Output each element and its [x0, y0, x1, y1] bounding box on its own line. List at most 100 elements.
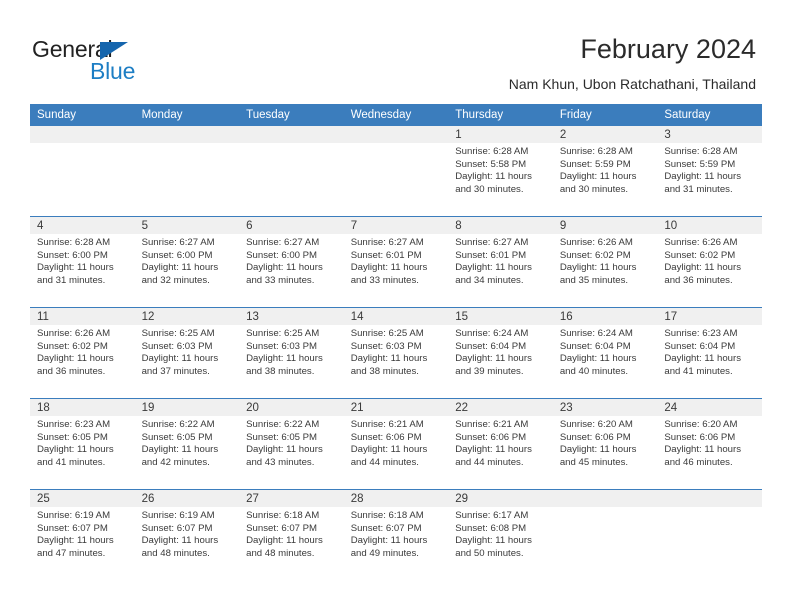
day-cell[interactable]: 25 Sunrise: 6:19 AM Sunset: 6:07 PM Dayligh…	[30, 489, 135, 580]
day-daylight2-text: and 31 minutes.	[664, 183, 733, 195]
day-daylight2-text: and 42 minutes.	[141, 456, 210, 468]
day-daylight2-text: and 33 minutes.	[350, 274, 419, 286]
day-sunrise-text: Sunrise: 6:27 AM	[246, 237, 320, 248]
day-detail: Sunrise: 6:28 AM Sunset: 5:59 PM Daylight:…	[553, 143, 658, 196]
day-sunset-text: Sunset: 6:02 PM	[37, 340, 108, 352]
day-cell-inner: 21 Sunrise: 6:21 AM Sunset: 6:06 PM Dayligh…	[343, 399, 449, 489]
day-cell[interactable]: 28 Sunrise: 6:18 AM Sunset: 6:07 PM Dayligh…	[343, 489, 449, 580]
day-cell-empty	[30, 126, 135, 217]
day-daylight1-text: Daylight: 11 hours	[37, 444, 114, 456]
day-daylight1-text: Daylight: 11 hours	[350, 353, 428, 365]
day-daylight1-text: Daylight: 11 hours	[246, 353, 323, 365]
day-cell[interactable]: 8 Sunrise: 6:27 AM Sunset: 6:01 PM Daylight…	[448, 216, 553, 308]
day-sunset-text: Sunset: 6:01 PM	[455, 249, 527, 261]
day-number	[30, 126, 135, 143]
day-sunset-text: Sunset: 6:07 PM	[246, 522, 318, 534]
day-daylight2-text: and 32 minutes.	[141, 274, 210, 286]
day-detail: Sunrise: 6:17 AM Sunset: 6:08 PM Daylight:…	[448, 507, 553, 560]
day-cell[interactable]: 4 Sunrise: 6:28 AM Sunset: 6:00 PM Daylight…	[30, 216, 135, 308]
day-cell[interactable]: 14 Sunrise: 6:25 AM Sunset: 6:03 PM Dayligh…	[343, 307, 449, 399]
day-cell[interactable]: 27 Sunrise: 6:18 AM Sunset: 6:07 PM Dayligh…	[239, 489, 344, 580]
day-cell[interactable]: 23 Sunrise: 6:20 AM Sunset: 6:06 PM Dayligh…	[552, 398, 658, 490]
day-cell-inner: 11 Sunrise: 6:26 AM Sunset: 6:02 PM Dayligh…	[30, 308, 135, 398]
day-cell[interactable]: 11 Sunrise: 6:26 AM Sunset: 6:02 PM Dayligh…	[30, 307, 135, 399]
day-cell[interactable]: 15 Sunrise: 6:24 AM Sunset: 6:04 PM Dayligh…	[448, 307, 553, 399]
weekday-header-sunday: Sunday	[30, 104, 135, 126]
day-cell-inner: 22 Sunrise: 6:21 AM Sunset: 6:06 PM Dayligh…	[448, 399, 553, 489]
day-cell[interactable]: 13 Sunrise: 6:25 AM Sunset: 6:03 PM Dayligh…	[239, 307, 344, 399]
day-cell-inner: 25 Sunrise: 6:19 AM Sunset: 6:07 PM Dayligh…	[30, 490, 135, 580]
day-daylight1-text: Daylight: 11 hours	[664, 262, 741, 274]
day-daylight2-text: and 38 minutes.	[246, 365, 315, 377]
day-cell[interactable]: 29 Sunrise: 6:17 AM Sunset: 6:08 PM Dayligh…	[448, 489, 553, 580]
day-detail: Sunrise: 6:21 AM Sunset: 6:06 PM Daylight:…	[344, 416, 449, 469]
day-cell[interactable]: 22 Sunrise: 6:21 AM Sunset: 6:06 PM Dayligh…	[448, 398, 553, 490]
day-daylight1-text: Daylight: 11 hours	[559, 444, 637, 456]
day-detail: Sunrise: 6:23 AM Sunset: 6:05 PM Daylight:…	[30, 416, 135, 469]
day-detail: Sunrise: 6:26 AM Sunset: 6:02 PM Daylight:…	[30, 325, 135, 378]
day-cell[interactable]: 5 Sunrise: 6:27 AM Sunset: 6:00 PM Daylight…	[134, 216, 240, 308]
day-cell[interactable]: 9 Sunrise: 6:26 AM Sunset: 6:02 PM Daylight…	[552, 216, 658, 308]
day-daylight1-text: Daylight: 11 hours	[559, 353, 637, 365]
day-cell[interactable]: 24 Sunrise: 6:20 AM Sunset: 6:06 PM Dayligh…	[657, 398, 762, 490]
day-cell[interactable]: 1 Sunrise: 6:28 AM Sunset: 5:58 PM Daylight…	[448, 126, 553, 217]
day-daylight1-text: Daylight: 11 hours	[455, 535, 532, 547]
day-number: 28	[343, 490, 449, 507]
day-detail: Sunrise: 6:21 AM Sunset: 6:06 PM Daylight:…	[448, 416, 553, 469]
day-sunrise-text: Sunrise: 6:26 AM	[664, 237, 738, 248]
day-daylight2-text: and 30 minutes.	[559, 183, 629, 195]
page-title: February 2024	[580, 34, 756, 64]
day-cell[interactable]: 2 Sunrise: 6:28 AM Sunset: 5:59 PM Daylight…	[552, 126, 658, 217]
calendar-week-row: 4 Sunrise: 6:28 AM Sunset: 6:00 PM Daylight…	[30, 216, 762, 308]
day-number: 26	[134, 490, 240, 507]
day-daylight1-text: Daylight: 11 hours	[664, 353, 741, 365]
day-daylight1-text: Daylight: 11 hours	[246, 444, 323, 456]
day-detail: Sunrise: 6:27 AM Sunset: 6:01 PM Daylight:…	[448, 234, 553, 287]
day-number: 17	[657, 308, 762, 325]
day-cell[interactable]: 21 Sunrise: 6:21 AM Sunset: 6:06 PM Dayligh…	[343, 398, 449, 490]
day-daylight2-text: and 31 minutes.	[37, 274, 106, 286]
day-cell-empty	[134, 126, 240, 217]
day-number: 23	[552, 399, 658, 416]
day-cell[interactable]: 26 Sunrise: 6:19 AM Sunset: 6:07 PM Dayligh…	[134, 489, 240, 580]
day-sunset-text: Sunset: 6:04 PM	[455, 340, 527, 352]
day-daylight2-text: and 33 minutes.	[246, 274, 315, 286]
day-sunset-text: Sunset: 6:03 PM	[350, 340, 422, 352]
day-cell[interactable]: 6 Sunrise: 6:27 AM Sunset: 6:00 PM Daylight…	[239, 216, 344, 308]
day-cell[interactable]: 3 Sunrise: 6:28 AM Sunset: 5:59 PM Daylight…	[657, 126, 762, 217]
day-sunrise-text: Sunrise: 6:28 AM	[455, 146, 529, 157]
calendar-table: Sunday Monday Tuesday Wednesday Thursday Frid…	[30, 104, 762, 580]
day-sunset-text: Sunset: 6:00 PM	[246, 249, 318, 261]
day-cell[interactable]: 16 Sunrise: 6:24 AM Sunset: 6:04 PM Dayligh…	[552, 307, 658, 399]
calendar-week-row: 25 Sunrise: 6:19 AM Sunset: 6:07 PM Dayligh…	[30, 489, 762, 580]
day-cell[interactable]: 17 Sunrise: 6:23 AM Sunset: 6:04 PM Dayligh…	[657, 307, 762, 399]
day-number: 13	[239, 308, 344, 325]
day-sunset-text: Sunset: 5:59 PM	[559, 158, 631, 170]
day-detail: Sunrise: 6:27 AM Sunset: 6:00 PM Daylight:…	[135, 234, 240, 287]
day-cell-inner: 19 Sunrise: 6:22 AM Sunset: 6:05 PM Dayligh…	[134, 399, 240, 489]
day-cell[interactable]: 20 Sunrise: 6:22 AM Sunset: 6:05 PM Dayligh…	[239, 398, 344, 490]
day-daylight1-text: Daylight: 11 hours	[559, 262, 637, 274]
day-number: 24	[657, 399, 762, 416]
day-daylight2-text: and 38 minutes.	[350, 365, 419, 377]
day-cell[interactable]: 18 Sunrise: 6:23 AM Sunset: 6:05 PM Dayligh…	[30, 398, 135, 490]
day-cell-empty	[552, 489, 658, 580]
day-cell[interactable]: 7 Sunrise: 6:27 AM Sunset: 6:01 PM Daylight…	[343, 216, 449, 308]
brand-logo[interactable]: General Blue	[32, 36, 232, 88]
day-daylight2-text: and 48 minutes.	[246, 547, 315, 559]
page-subtitle: Nam Khun, Ubon Ratchathani, Thailand	[508, 76, 756, 92]
day-number	[657, 490, 762, 507]
day-daylight1-text: Daylight: 11 hours	[141, 262, 219, 274]
day-cell-inner: 6 Sunrise: 6:27 AM Sunset: 6:00 PM Daylight…	[239, 217, 344, 307]
day-number: 10	[657, 217, 762, 234]
day-cell[interactable]: 19 Sunrise: 6:22 AM Sunset: 6:05 PM Dayligh…	[134, 398, 240, 490]
day-number: 4	[30, 217, 135, 234]
day-cell[interactable]: 12 Sunrise: 6:25 AM Sunset: 6:03 PM Dayligh…	[134, 307, 240, 399]
day-cell-empty	[239, 126, 344, 217]
day-sunset-text: Sunset: 6:06 PM	[455, 431, 527, 443]
day-cell[interactable]: 10 Sunrise: 6:26 AM Sunset: 6:02 PM Dayligh…	[657, 216, 762, 308]
day-sunset-text: Sunset: 6:07 PM	[350, 522, 422, 534]
day-cell-empty	[657, 489, 762, 580]
day-number	[134, 126, 240, 143]
day-cell-inner	[134, 126, 240, 216]
